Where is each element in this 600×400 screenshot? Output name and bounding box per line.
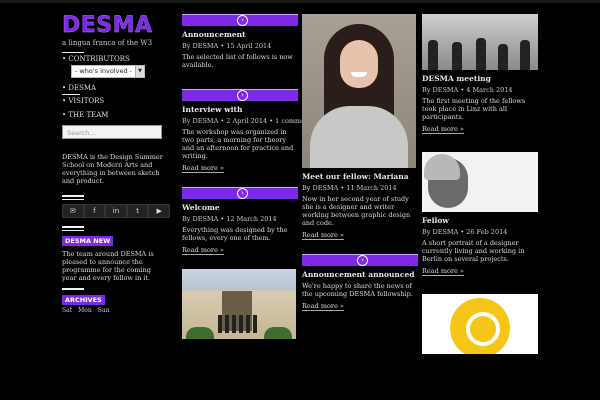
image-detail <box>520 40 530 70</box>
widget-title: DESMA NEW <box>62 236 114 246</box>
youtube-icon[interactable]: ▶ <box>148 204 170 218</box>
image-detail <box>218 315 258 333</box>
post-title[interactable]: Meet our fellow: Mariana <box>302 172 418 181</box>
arrow-right-icon[interactable]: › <box>357 255 368 266</box>
calendar-header: Sat Mon Sun <box>62 307 170 314</box>
nav-item-team[interactable]: • THE TEAM <box>62 111 170 119</box>
arrow-right-icon[interactable]: › <box>237 15 248 26</box>
divider <box>62 195 84 197</box>
linkedin-icon[interactable]: in <box>105 204 127 218</box>
post-excerpt: Now in her second year of study she is a… <box>302 195 411 227</box>
image-detail <box>340 40 378 88</box>
read-more-link[interactable]: Read more » <box>182 164 298 173</box>
nav-item-visitors[interactable]: • VISITORS <box>62 97 170 105</box>
social-links: ✉ f in t ▶ <box>62 204 170 218</box>
post-image-portrait[interactable] <box>302 14 416 168</box>
facebook-icon[interactable]: f <box>83 204 106 218</box>
post-image-building[interactable] <box>182 269 296 339</box>
post-card: › Announcement announced We're happy to … <box>302 254 418 311</box>
calendar-day-label: Sat <box>62 307 73 314</box>
site-logo[interactable]: DESMA <box>62 13 170 38</box>
post-meta: By DESMA • 12 March 2014 <box>182 215 277 223</box>
post-column-2: Meet our fellow: Mariana By DESMA • 11 M… <box>302 14 418 311</box>
arrow-right-icon[interactable]: › <box>237 90 248 101</box>
post-title[interactable]: Interview with <box>182 105 298 114</box>
post-card: › Interview with By DESMA • 2 April 2014… <box>182 89 312 173</box>
divider <box>62 52 84 53</box>
top-bar <box>0 0 600 3</box>
twitter-icon[interactable]: t <box>126 204 149 218</box>
mail-icon[interactable]: ✉ <box>62 204 84 218</box>
post-header-bar: › <box>182 14 298 26</box>
post-column-1: › Announcement By DESMA • 15 April 2014 … <box>182 14 312 339</box>
calendar-title: ARCHIVES <box>62 295 105 305</box>
post-title[interactable]: Fellow <box>422 216 538 225</box>
post-card: › Welcome By DESMA • 12 March 2014 Every… <box>182 187 298 255</box>
arrow-right-icon[interactable]: › <box>237 188 248 199</box>
image-detail <box>351 72 367 77</box>
divider <box>62 288 84 290</box>
read-more-link[interactable]: Read more » <box>302 302 418 311</box>
post-column-3: DESMA meeting By DESMA • 4 March 2014 Th… <box>422 14 538 354</box>
post-excerpt: A short portrait of a designer currently… <box>422 239 525 263</box>
post-header-bar: › <box>182 89 298 101</box>
calendar-day-label: Mon <box>78 307 92 314</box>
post-meta: By DESMA • 11 March 2014 <box>302 184 397 192</box>
divider <box>62 230 84 231</box>
nav-item-desma[interactable]: • DESMA <box>62 84 170 92</box>
post-meta: By DESMA • 4 March 2014 <box>422 86 513 94</box>
post-header-bar: › <box>182 187 298 199</box>
image-detail <box>186 327 214 339</box>
image-detail <box>466 312 500 346</box>
image-detail <box>310 106 408 168</box>
image-detail <box>452 42 462 70</box>
post-image-group[interactable] <box>422 14 538 70</box>
search-input[interactable]: Search... <box>62 125 162 139</box>
who-select[interactable]: - who's involved - ▼ <box>71 65 145 78</box>
post-meta: By DESMA • 26 Feb 2014 <box>422 228 508 236</box>
who-select-value: - who's involved - <box>75 67 133 75</box>
divider <box>62 226 84 228</box>
post-excerpt: The selected list of fellows is now avai… <box>182 53 293 69</box>
post-excerpt: We're happy to share the news of the upc… <box>302 282 413 298</box>
nav-item-contributors[interactable]: • CONTRIBUTORS <box>62 55 170 63</box>
post-excerpt: The workshop was organized in two parts,… <box>182 128 294 160</box>
post-title[interactable]: Welcome <box>182 203 298 212</box>
post-meta: By DESMA • 2 April 2014 • 1 comment <box>182 117 312 125</box>
site-tagline: a lingua franca of the W3 <box>62 39 153 47</box>
post-image-bw-portrait[interactable] <box>422 152 538 212</box>
read-more-link[interactable]: Read more » <box>302 231 418 240</box>
post-title[interactable]: DESMA meeting <box>422 74 538 83</box>
image-detail <box>476 38 486 70</box>
chevron-down-icon: ▼ <box>135 66 144 77</box>
widget-text: The team around DESMA is pleased to anno… <box>62 250 154 282</box>
post-excerpt: Everything was designed by the fellows, … <box>182 226 288 242</box>
post-header-bar: › <box>302 254 418 266</box>
post-title[interactable]: Announcement announced <box>302 270 418 279</box>
sidebar: DESMA a lingua franca of the W3 • CONTRI… <box>62 13 170 314</box>
image-detail <box>424 154 460 180</box>
divider <box>62 94 80 95</box>
image-detail <box>264 327 292 339</box>
sidebar-about-text: DESMA is the Design Summer School on Mod… <box>62 153 163 185</box>
read-more-link[interactable]: Read more » <box>422 125 538 134</box>
post-card: › Announcement By DESMA • 15 April 2014 … <box>182 14 298 69</box>
divider <box>62 199 84 200</box>
calendar-day-label: Sun <box>97 307 110 314</box>
read-more-link[interactable]: Read more » <box>182 246 298 255</box>
post-title[interactable]: Announcement <box>182 30 298 39</box>
image-detail <box>498 44 508 70</box>
post-excerpt: The first meeting of the fellows took pl… <box>422 97 526 121</box>
read-more-link[interactable]: Read more » <box>422 267 538 276</box>
image-detail <box>428 40 438 70</box>
post-image-logo[interactable] <box>422 294 538 354</box>
post-meta: By DESMA • 15 April 2014 <box>182 42 272 50</box>
